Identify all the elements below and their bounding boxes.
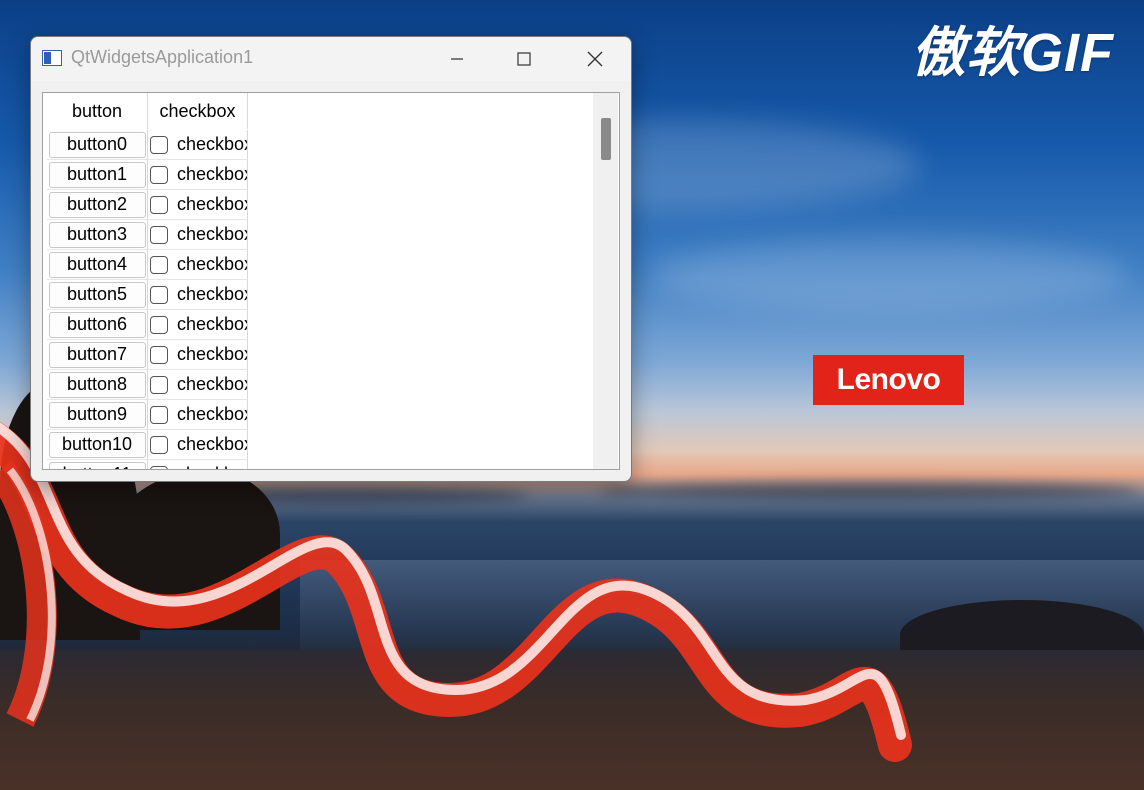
row-button[interactable]: button3 <box>48 221 146 248</box>
checkbox-label[interactable]: checkbox4 <box>177 254 247 275</box>
table-row: button6 checkbox6 <box>47 310 248 340</box>
title-bar[interactable]: QtWidgetsApplication1 <box>31 37 631 81</box>
checkbox-label[interactable]: checkbox10 <box>177 434 247 455</box>
lenovo-logo: Lenovo <box>813 355 964 405</box>
button-cell: button1 <box>47 160 148 190</box>
button-cell: button0 <box>47 130 148 160</box>
app-icon <box>42 50 62 66</box>
table-row: button1 checkbox1 <box>47 160 248 190</box>
button-cell: button4 <box>47 250 148 280</box>
checkbox-label[interactable]: checkbox3 <box>177 224 247 245</box>
row-button[interactable]: button10 <box>48 431 146 458</box>
checkbox-cell: checkbox11 <box>148 460 248 469</box>
checkbox-cell: checkbox1 <box>148 160 248 190</box>
checkbox-cell: checkbox8 <box>148 370 248 400</box>
table-row: button4 checkbox4 <box>47 250 248 280</box>
button-cell: button7 <box>47 340 148 370</box>
button-cell: button2 <box>47 190 148 220</box>
checkbox-cell: checkbox3 <box>148 220 248 250</box>
button-cell: button8 <box>47 370 148 400</box>
table-header: button checkbox <box>47 93 248 129</box>
cloud <box>650 240 1130 310</box>
table-row: button8 checkbox8 <box>47 370 248 400</box>
maximize-button[interactable] <box>501 37 547 81</box>
app-window: QtWidgetsApplication1 button checkbox bu… <box>30 36 632 482</box>
row-button[interactable]: button8 <box>48 371 146 398</box>
column-header-button[interactable]: button <box>47 93 148 129</box>
checkbox-label[interactable]: checkbox0 <box>177 134 247 155</box>
checkbox[interactable] <box>150 195 168 214</box>
checkbox-cell: checkbox4 <box>148 250 248 280</box>
row-button[interactable]: button5 <box>48 281 146 308</box>
checkbox-cell: checkbox6 <box>148 310 248 340</box>
close-button[interactable] <box>572 37 618 81</box>
vertical-scrollbar[interactable] <box>593 93 618 469</box>
checkbox[interactable] <box>150 165 168 184</box>
table-body: button0 checkbox0 button1 checkbox1 button2 c… <box>47 130 248 469</box>
checkbox-label[interactable]: checkbox5 <box>177 284 247 305</box>
table-widget[interactable]: button checkbox button0 checkbox0 button1 c… <box>42 92 620 470</box>
minimize-button[interactable] <box>434 37 480 81</box>
row-button[interactable]: button11 <box>48 461 146 469</box>
checkbox[interactable] <box>150 135 168 154</box>
button-cell: button3 <box>47 220 148 250</box>
cloud <box>600 482 1140 500</box>
column-header-checkbox[interactable]: checkbox <box>148 93 248 129</box>
checkbox-cell: checkbox9 <box>148 400 248 430</box>
table-row: button3 checkbox3 <box>47 220 248 250</box>
table-row: button7 checkbox7 <box>47 340 248 370</box>
button-cell: button6 <box>47 310 148 340</box>
button-cell: button10 <box>47 430 148 460</box>
checkbox-label[interactable]: checkbox9 <box>177 404 247 425</box>
checkbox[interactable] <box>150 285 168 304</box>
checkbox-cell: checkbox5 <box>148 280 248 310</box>
table-row: button0 checkbox0 <box>47 130 248 160</box>
checkbox-label[interactable]: checkbox7 <box>177 344 247 365</box>
window-title: QtWidgetsApplication1 <box>71 47 254 67</box>
row-button[interactable]: button1 <box>48 161 146 188</box>
checkbox[interactable] <box>150 345 168 364</box>
checkbox[interactable] <box>150 465 168 469</box>
checkbox-label[interactable]: checkbox2 <box>177 194 247 215</box>
checkbox-cell: checkbox0 <box>148 130 248 160</box>
maximize-icon <box>517 52 531 66</box>
checkbox-label[interactable]: checkbox8 <box>177 374 247 395</box>
checkbox[interactable] <box>150 315 168 334</box>
row-button[interactable]: button9 <box>48 401 146 428</box>
checkbox[interactable] <box>150 225 168 244</box>
row-button[interactable]: button0 <box>48 131 146 158</box>
row-button[interactable]: button7 <box>48 341 146 368</box>
close-icon <box>587 51 603 67</box>
row-button[interactable]: button2 <box>48 191 146 218</box>
row-button[interactable]: button4 <box>48 251 146 278</box>
table-row: button11 checkbox11 <box>47 460 248 469</box>
row-button[interactable]: button6 <box>48 311 146 338</box>
button-cell: button9 <box>47 400 148 430</box>
checkbox[interactable] <box>150 435 168 454</box>
checkbox[interactable] <box>150 375 168 394</box>
checkbox-label[interactable]: checkbox6 <box>177 314 247 335</box>
checkbox[interactable] <box>150 405 168 424</box>
minimize-icon <box>451 58 463 60</box>
checkbox-cell: checkbox2 <box>148 190 248 220</box>
beach <box>0 650 1144 790</box>
table-row: button2 checkbox2 <box>47 190 248 220</box>
table-row: button10 checkbox10 <box>47 430 248 460</box>
checkbox[interactable] <box>150 255 168 274</box>
checkbox-label[interactable]: checkbox11 <box>177 464 247 469</box>
checkbox-cell: checkbox7 <box>148 340 248 370</box>
table-row: button5 checkbox5 <box>47 280 248 310</box>
button-cell: button5 <box>47 280 148 310</box>
checkbox-cell: checkbox10 <box>148 430 248 460</box>
checkbox-label[interactable]: checkbox1 <box>177 164 247 185</box>
button-cell: button11 <box>47 460 148 469</box>
watermark: 傲软GIF <box>911 23 1114 83</box>
scrollbar-thumb[interactable] <box>601 118 611 160</box>
table-row: button9 checkbox9 <box>47 400 248 430</box>
